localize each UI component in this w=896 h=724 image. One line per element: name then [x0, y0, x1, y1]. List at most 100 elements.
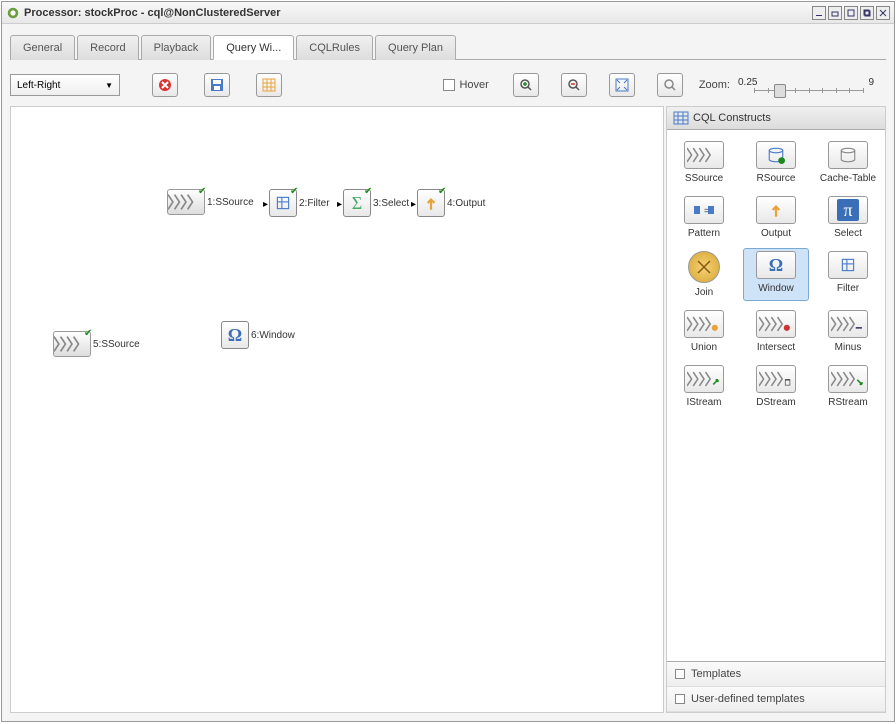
hover-checkbox[interactable] — [443, 79, 455, 91]
palette-header[interactable]: CQL Constructs — [667, 107, 885, 130]
content-area: General Record Playback Query Wi... CQLR… — [2, 24, 894, 721]
minimize-button[interactable] — [812, 6, 826, 20]
app-window: Processor: stockProc - cql@NonClusteredS… — [1, 1, 895, 722]
filter-icon — [828, 251, 868, 279]
dropdown-value: Left-Right — [17, 80, 60, 91]
tab-label: Record — [90, 42, 125, 54]
constructs-icon — [673, 111, 689, 125]
tab-label: Query Plan — [388, 42, 443, 54]
palette-item-dstream[interactable]: DStream — [743, 362, 809, 411]
ssource-icon: ✔ — [53, 331, 91, 357]
tab-label: CQLRules — [309, 42, 360, 54]
tab-cqlrules[interactable]: CQLRules — [296, 35, 373, 60]
zoom-slider-thumb[interactable] — [774, 84, 786, 98]
zoom-reset-button[interactable] — [657, 73, 683, 97]
window-title: Processor: stockProc - cql@NonClusteredS… — [24, 7, 812, 19]
tab-query-plan[interactable]: Query Plan — [375, 35, 456, 60]
ssource-icon: ✔ — [167, 189, 205, 215]
node-label: 1:SSource — [207, 197, 254, 208]
delete-button[interactable] — [152, 73, 178, 97]
palette-item-select[interactable]: π Select — [815, 193, 881, 242]
hover-checkbox-group: Hover — [443, 79, 488, 91]
zoom-fit-icon — [613, 77, 631, 93]
node-output-4[interactable]: ✔ 4:Output — [417, 189, 485, 217]
palette-item-rstream[interactable]: RStream — [815, 362, 881, 411]
tab-record[interactable]: Record — [77, 35, 138, 60]
node-ssource-5[interactable]: ✔ 5:SSource — [53, 331, 140, 357]
zoom-out-icon — [565, 77, 583, 93]
node-window-6[interactable]: Ω 6:Window — [221, 321, 295, 349]
restore-down-button[interactable] — [828, 6, 842, 20]
zoom-slider[interactable] — [754, 88, 864, 94]
output-icon — [756, 196, 796, 224]
diagram-canvas[interactable]: ✔ 1:SSource ▸ ✔ 2:Filter ▸ Σ ✔ — [10, 106, 664, 713]
palette-item-window[interactable]: Ω Window — [743, 248, 809, 301]
palette-section-templates[interactable]: Templates — [667, 662, 885, 687]
section-label: User-defined templates — [691, 693, 805, 705]
zoom-min-label: 0.25 — [738, 77, 757, 88]
save-icon — [208, 77, 226, 93]
union-icon — [684, 310, 724, 338]
palette-item-istream[interactable]: IStream — [671, 362, 737, 411]
palette-item-intersect[interactable]: Intersect — [743, 307, 809, 356]
node-select-3[interactable]: Σ ✔ 3:Select — [343, 189, 409, 217]
palette-label: Window — [758, 283, 794, 294]
output-icon: ✔ — [417, 189, 445, 217]
palette-item-cache-table[interactable]: Cache-Table — [815, 138, 881, 187]
window-icon: Ω — [756, 251, 796, 279]
palette-item-rsource[interactable]: RSource — [743, 138, 809, 187]
palette-label: Intersect — [757, 342, 795, 353]
palette-title: CQL Constructs — [693, 112, 771, 124]
intersect-icon — [756, 310, 796, 338]
grid-button[interactable] — [256, 73, 282, 97]
palette-label: Select — [834, 228, 862, 239]
dstream-icon — [756, 365, 796, 393]
node-label: 3:Select — [373, 198, 409, 209]
zoom-in-icon — [517, 77, 535, 93]
grid-icon — [260, 77, 278, 93]
zoom-area: Zoom: 0.25 9 — [699, 77, 880, 94]
layout-dropdown[interactable]: Left-Right ▼ — [10, 74, 120, 96]
rsource-icon — [756, 141, 796, 169]
palette-item-filter[interactable]: Filter — [815, 248, 881, 301]
filter-icon: ✔ — [269, 189, 297, 217]
palette-item-output[interactable]: Output — [743, 193, 809, 242]
rstream-icon — [828, 365, 868, 393]
check-icon: ✔ — [290, 186, 300, 196]
palette-item-union[interactable]: Union — [671, 307, 737, 356]
save-button[interactable] — [204, 73, 230, 97]
maximize-button[interactable] — [844, 6, 858, 20]
zoom-out-button[interactable] — [561, 73, 587, 97]
app-icon — [6, 6, 20, 20]
palette-item-ssource[interactable]: SSource — [671, 138, 737, 187]
palette-item-pattern[interactable]: = Pattern — [671, 193, 737, 242]
node-label: 5:SSource — [93, 339, 140, 350]
tab-label: Playback — [154, 42, 199, 54]
window-icon: Ω — [221, 321, 249, 349]
zoom-label: Zoom: — [699, 79, 730, 91]
restore-button[interactable] — [860, 6, 874, 20]
close-button[interactable] — [876, 6, 890, 20]
check-icon: ✔ — [198, 186, 208, 196]
minus-icon — [828, 310, 868, 338]
palette-item-minus[interactable]: Minus — [815, 307, 881, 356]
palette-label: Cache-Table — [820, 173, 876, 184]
palette-item-join[interactable]: Join — [671, 248, 737, 301]
tab-playback[interactable]: Playback — [141, 35, 212, 60]
join-icon — [688, 251, 720, 283]
window-controls — [812, 6, 890, 20]
zoom-fit-button[interactable] — [609, 73, 635, 97]
connector-arrow: ▸ — [411, 199, 416, 210]
tab-general[interactable]: General — [10, 35, 75, 60]
zoom-in-button[interactable] — [513, 73, 539, 97]
tab-query-wizard[interactable]: Query Wi... — [213, 35, 294, 60]
palette-label: Minus — [835, 342, 862, 353]
node-filter-2[interactable]: ✔ 2:Filter — [269, 189, 330, 217]
palette-label: DStream — [756, 397, 795, 408]
palette-label: RStream — [828, 397, 867, 408]
palette-section-user-templates[interactable]: User-defined templates — [667, 687, 885, 712]
zoom-max-label: 9 — [868, 77, 874, 88]
node-ssource-1[interactable]: ✔ 1:SSource — [167, 189, 254, 215]
delete-icon — [156, 77, 174, 93]
title-bar: Processor: stockProc - cql@NonClusteredS… — [2, 2, 894, 24]
